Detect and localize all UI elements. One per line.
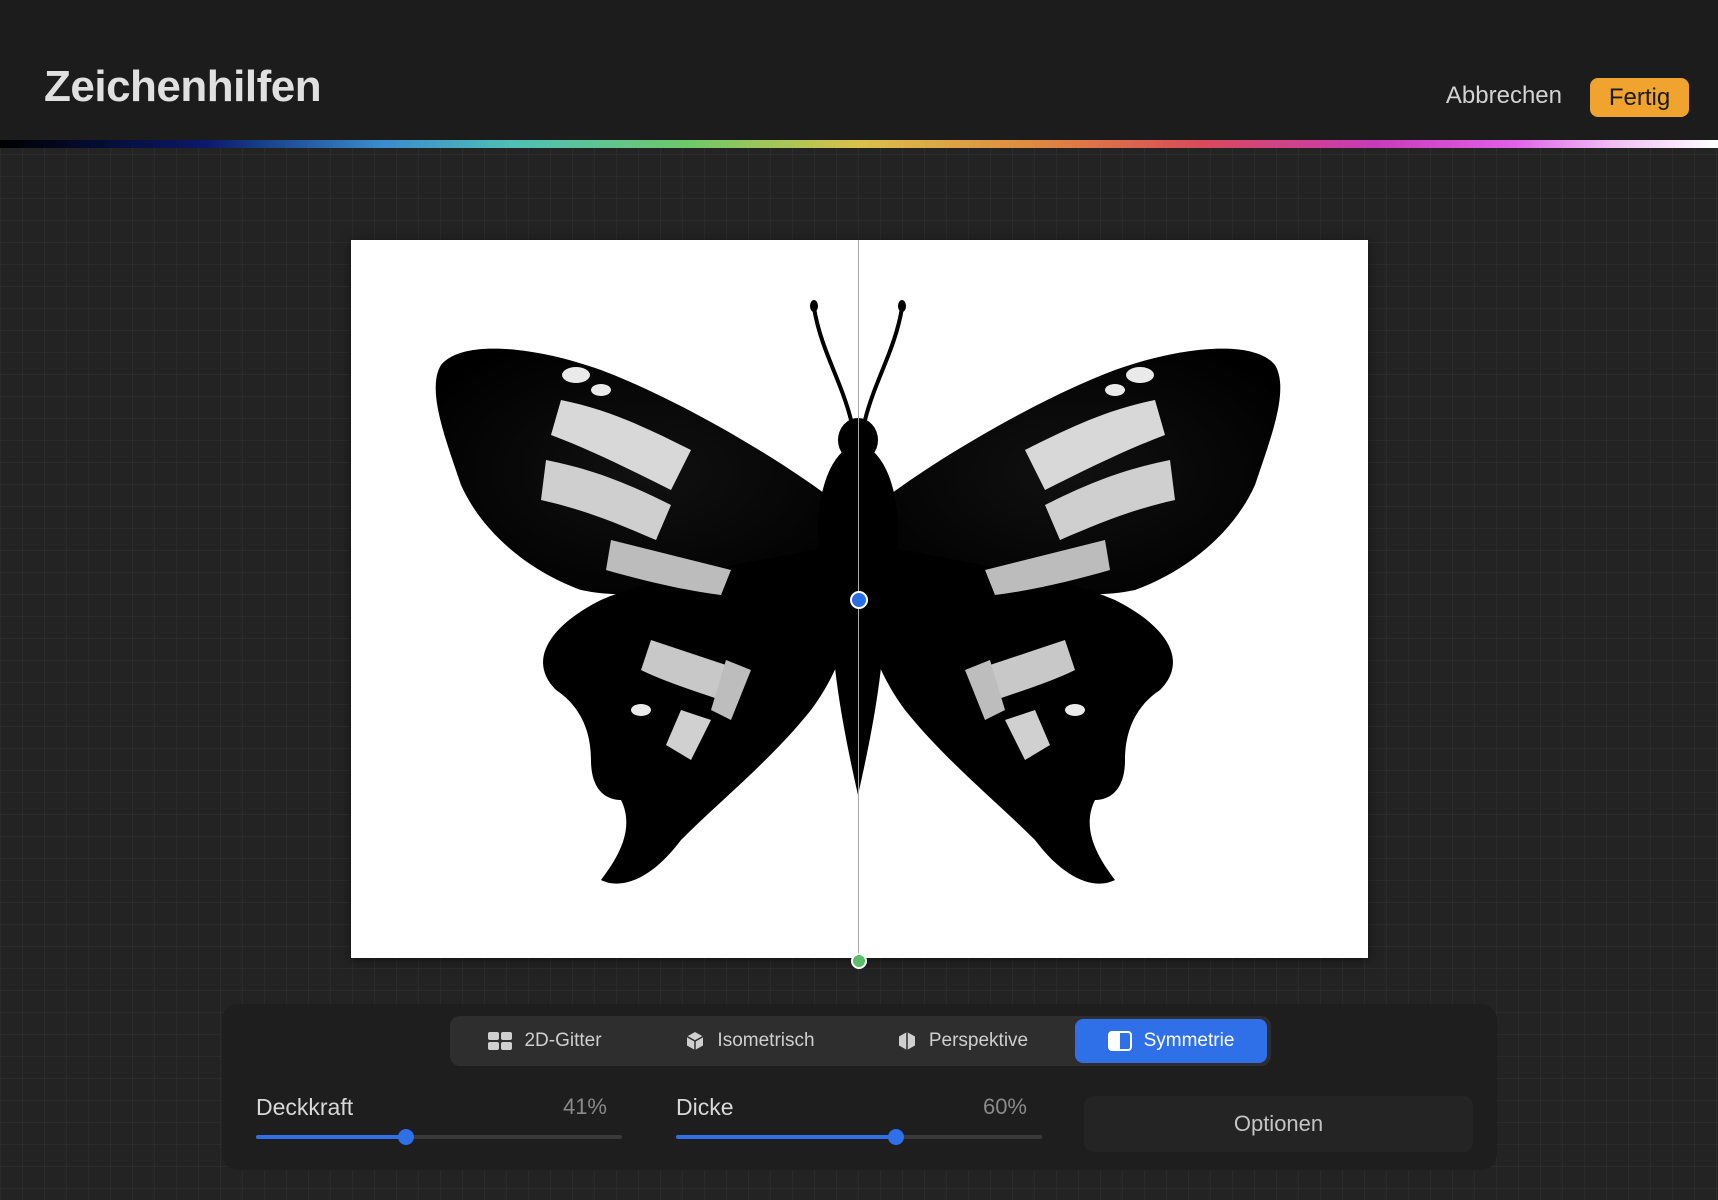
done-button[interactable]: Fertig [1590, 78, 1689, 117]
grid-2d-icon [488, 1032, 513, 1050]
tab-2d-grid-label: 2D-Gitter [524, 1030, 602, 1051]
options-button[interactable]: Optionen [1084, 1096, 1473, 1152]
top-bar: Zeichenhilfen Abbrechen Fertig [0, 0, 1718, 140]
opacity-slider-fill [256, 1135, 407, 1139]
thickness-label: Dicke [676, 1094, 734, 1120]
opacity-slider-thumb[interactable] [398, 1129, 415, 1145]
tab-2d-grid[interactable]: 2D-Gitter [450, 1019, 640, 1063]
tab-perspective[interactable]: Perspektive [860, 1019, 1065, 1063]
color-spectrum-bar [0, 140, 1718, 148]
drawing-guide-panel: 2D-Gitter Isometrisch Perspektive Symmet… [222, 1004, 1497, 1170]
page-title: Zeichenhilfen [44, 62, 322, 111]
symmetry-rotation-handle[interactable] [851, 953, 867, 969]
tab-symmetry-label: Symmetrie [1143, 1030, 1235, 1051]
opacity-value: 41% [562, 1094, 607, 1119]
tab-isometric-label: Isometrisch [717, 1030, 815, 1051]
thickness-slider-thumb[interactable] [887, 1129, 904, 1145]
symmetry-icon [1107, 1031, 1132, 1051]
perspective-cube-icon [898, 1032, 915, 1050]
opacity-slider[interactable] [256, 1129, 622, 1145]
cancel-button[interactable]: Abbrechen [1446, 82, 1562, 110]
thickness-value: 60% [982, 1094, 1027, 1119]
tab-perspective-label: Perspektive [928, 1030, 1029, 1051]
thickness-slider[interactable] [676, 1129, 1042, 1145]
tab-isometric[interactable]: Isometrisch [650, 1019, 850, 1063]
tab-symmetry[interactable]: Symmetrie [1075, 1019, 1267, 1063]
guide-type-selector: 2D-Gitter Isometrisch Perspektive Symmet… [450, 1016, 1271, 1066]
isometric-cube-icon [687, 1032, 704, 1050]
opacity-label: Deckkraft [256, 1094, 354, 1120]
symmetry-center-handle[interactable] [850, 591, 868, 609]
thickness-slider-fill [676, 1135, 896, 1139]
